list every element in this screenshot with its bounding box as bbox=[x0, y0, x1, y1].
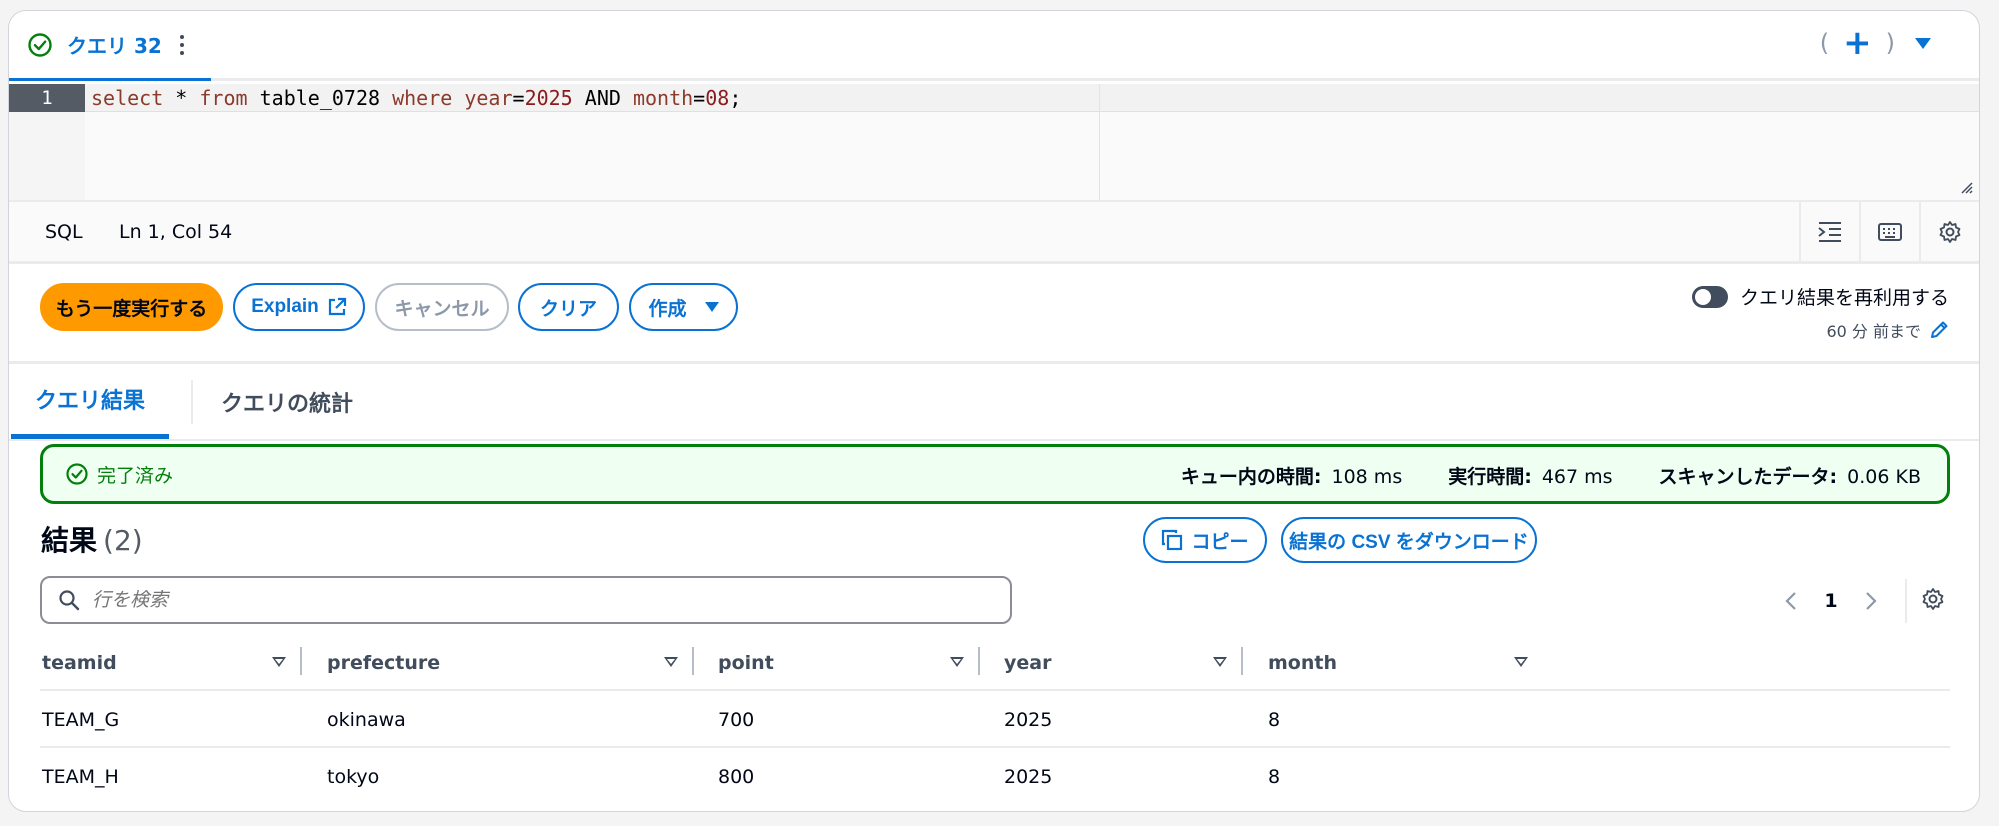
editor-tools bbox=[1799, 202, 1979, 261]
create-label: 作成 bbox=[648, 298, 687, 320]
prev-page-icon[interactable] bbox=[1771, 590, 1811, 612]
editor-settings-icon[interactable] bbox=[1919, 202, 1979, 261]
copy-icon bbox=[1162, 529, 1183, 551]
current-page[interactable]: 1 bbox=[1811, 590, 1851, 612]
column-resizer[interactable] bbox=[978, 647, 980, 675]
cell-year: 2025 bbox=[1004, 708, 1053, 731]
exec-time: 実行時間: 467 ms bbox=[1448, 462, 1612, 489]
cursor-position: Ln 1, Col 54 bbox=[119, 221, 233, 243]
download-csv-button[interactable]: 結果の CSV をダウンロード bbox=[1281, 517, 1537, 563]
sql-editor[interactable]: 1 select * from table_0728 where year=20… bbox=[9, 84, 1979, 200]
create-button[interactable]: 作成 bbox=[629, 283, 738, 331]
caret-down-icon bbox=[704, 302, 719, 312]
table-row[interactable]: TEAM_H tokyo 800 2025 8 bbox=[40, 748, 1950, 805]
explain-label: Explain bbox=[251, 296, 319, 317]
editor-status-bar: SQL Ln 1, Col 54 bbox=[9, 200, 1979, 264]
clear-button[interactable]: クリア bbox=[518, 283, 619, 331]
column-header-prefecture[interactable]: prefecture bbox=[327, 635, 440, 691]
column-header-year[interactable]: year bbox=[1004, 635, 1051, 691]
row-search[interactable] bbox=[40, 576, 1012, 624]
next-page-icon[interactable] bbox=[1851, 590, 1891, 612]
cell-month: 8 bbox=[1268, 708, 1281, 731]
cancel-button[interactable]: キャンセル bbox=[375, 283, 509, 331]
search-icon bbox=[59, 590, 80, 611]
results-count: (2) bbox=[103, 524, 143, 557]
result-tabs: クエリ結果 クエリの統計 bbox=[9, 361, 1979, 441]
exec-time-value: 467 ms bbox=[1541, 466, 1613, 488]
results-title: 結果 (2) bbox=[41, 519, 143, 559]
format-indent-icon[interactable] bbox=[1799, 202, 1859, 261]
cell-teamid: TEAM_H bbox=[42, 765, 119, 788]
cell-prefecture: okinawa bbox=[327, 708, 406, 731]
reuse-results: クエリ結果を再利用する 60 分 前まで bbox=[1691, 283, 1949, 342]
reuse-age: 60 分 前まで bbox=[1826, 322, 1921, 341]
sort-icon[interactable] bbox=[950, 657, 964, 667]
tab-query-32[interactable]: クエリ 32 bbox=[9, 11, 211, 81]
cell-month: 8 bbox=[1268, 765, 1281, 788]
tab-divider bbox=[191, 380, 193, 424]
cell-point: 800 bbox=[718, 765, 755, 788]
sort-icon[interactable] bbox=[1213, 657, 1227, 667]
exec-time-label: 実行時間: bbox=[1448, 466, 1532, 488]
explain-button[interactable]: Explain bbox=[233, 283, 365, 331]
row-search-input[interactable] bbox=[92, 589, 972, 611]
cell-teamid: TEAM_G bbox=[42, 708, 120, 731]
cell-prefecture: tokyo bbox=[327, 765, 380, 788]
column-header-month[interactable]: month bbox=[1268, 635, 1337, 691]
query-tab-bar: クエリ 32 ( + ) bbox=[9, 11, 1979, 81]
sort-icon[interactable] bbox=[272, 657, 286, 667]
keyboard-icon[interactable] bbox=[1859, 202, 1919, 261]
resize-grip-icon[interactable] bbox=[1959, 180, 1973, 194]
reuse-results-toggle[interactable] bbox=[1691, 285, 1728, 308]
pagination: 1 bbox=[1771, 579, 1945, 623]
external-link-icon bbox=[328, 297, 346, 316]
tab-query-results[interactable]: クエリ結果 bbox=[11, 364, 170, 439]
table-row[interactable]: TEAM_G okinawa 700 2025 8 bbox=[40, 691, 1950, 748]
completed-status: 完了済み bbox=[65, 461, 173, 488]
scanned-data-value: 0.06 KB bbox=[1847, 466, 1921, 488]
column-header-teamid[interactable]: teamid bbox=[42, 635, 117, 691]
sql-code[interactable]: select * from table_0728 where year=2025… bbox=[91, 85, 741, 111]
right-paren-glyph: ) bbox=[1885, 29, 1895, 57]
print-margin bbox=[1099, 84, 1100, 200]
sort-icon[interactable] bbox=[1514, 657, 1528, 667]
edit-pencil-icon[interactable] bbox=[1929, 320, 1949, 340]
table-settings-icon[interactable] bbox=[1921, 587, 1945, 615]
left-paren-glyph: ( bbox=[1819, 29, 1830, 57]
copy-label: コピー bbox=[1191, 531, 1249, 553]
tab-query-stats[interactable]: クエリの統計 bbox=[221, 364, 353, 439]
column-resizer[interactable] bbox=[1241, 647, 1243, 675]
more-options-icon[interactable] bbox=[178, 34, 186, 55]
results-table-header: teamid prefecture point year month bbox=[40, 635, 1950, 691]
results-title-label: 結果 bbox=[41, 524, 98, 557]
column-resizer[interactable] bbox=[300, 647, 302, 675]
copy-button[interactable]: コピー bbox=[1143, 517, 1267, 563]
status-banner: 完了済み キュー内の時間: 108 ms 実行時間: 467 ms スキャンしたデー… bbox=[40, 444, 1950, 504]
sort-icon[interactable] bbox=[664, 657, 678, 667]
cell-year: 2025 bbox=[1004, 765, 1053, 788]
scanned-data: スキャンしたデータ: 0.06 KB bbox=[1659, 462, 1921, 489]
column-resizer[interactable] bbox=[692, 647, 694, 675]
run-again-button[interactable]: もう一度実行する bbox=[40, 283, 223, 331]
pager-divider bbox=[1905, 579, 1907, 623]
add-tab-icon[interactable]: + bbox=[1843, 26, 1872, 60]
query-stats: キュー内の時間: 108 ms 実行時間: 467 ms スキャンしたデータ: 0.0… bbox=[1181, 462, 1921, 489]
queue-time-label: キュー内の時間: bbox=[1180, 466, 1322, 488]
queue-time-value: 108 ms bbox=[1331, 466, 1403, 488]
check-circle-icon bbox=[66, 463, 88, 485]
cell-point: 700 bbox=[718, 708, 755, 731]
queue-time: キュー内の時間: 108 ms bbox=[1181, 462, 1402, 489]
check-circle-icon bbox=[28, 32, 52, 57]
tab-actions: ( + ) bbox=[1819, 26, 1931, 60]
query-tab-title: クエリ 32 bbox=[67, 34, 162, 58]
completed-label: 完了済み bbox=[97, 464, 174, 487]
reuse-results-label: クエリ結果を再利用する bbox=[1739, 287, 1949, 309]
scanned-data-label: スキャンしたデータ: bbox=[1658, 466, 1838, 488]
column-header-point[interactable]: point bbox=[718, 635, 774, 691]
line-number: 1 bbox=[9, 84, 85, 112]
language-label: SQL bbox=[45, 221, 83, 243]
query-editor-panel: クエリ 32 ( + ) 1 select * from table_0728 … bbox=[8, 10, 1980, 812]
tab-dropdown-icon[interactable] bbox=[1915, 37, 1931, 49]
